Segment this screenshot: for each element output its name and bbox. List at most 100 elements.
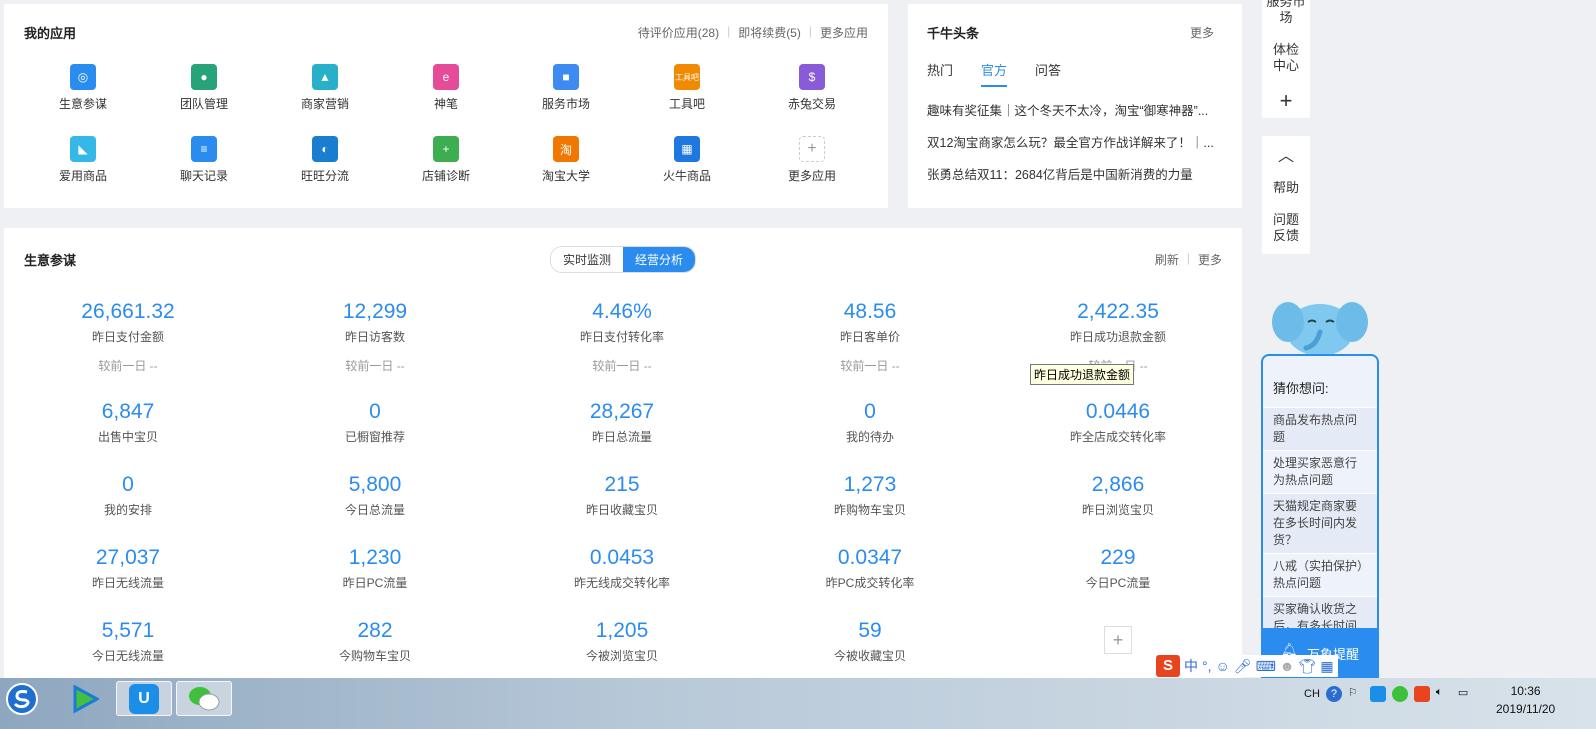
metric-cell[interactable]: 1,205 今被浏览宝贝 <box>512 619 732 664</box>
app-label: 团队管理 <box>179 97 228 111</box>
network-icon[interactable]: ⚐ <box>1348 686 1364 702</box>
skin-icon[interactable]: 👕︎ <box>1299 658 1317 675</box>
tab-official[interactable]: 官方 <box>981 60 1008 87</box>
app-item[interactable]: ▦ 火牛商品 <box>637 136 737 184</box>
app-item[interactable]: 工具吧 工具吧 <box>637 64 737 112</box>
metric-cell[interactable]: 27,037 昨日无线流量 <box>18 546 238 591</box>
metric-cell[interactable]: 5,800 今日总流量 <box>265 473 485 518</box>
taskbar-wechat[interactable] <box>176 681 232 716</box>
side-link-help[interactable]: 帮助 <box>1262 180 1310 196</box>
metric-value: 0.0453 <box>589 546 655 569</box>
help-icon[interactable]: ? <box>1325 686 1342 702</box>
metric-cell[interactable]: 26,661.32 昨日支付金额 较前一日 -- <box>18 300 238 374</box>
grid-icon: ▦ <box>674 136 700 162</box>
user-icon[interactable]: ☻ <box>1280 658 1295 674</box>
metric-cell[interactable]: 59 今被收藏宝贝 <box>760 619 980 664</box>
metric-cell[interactable]: 28,267 昨日总流量 <box>512 400 732 445</box>
more-apps-link[interactable]: 更多应用 <box>820 24 868 41</box>
qianniu-tray-icon[interactable] <box>1369 686 1386 702</box>
metric-cell[interactable]: 2,422.35昨日成功退款金额较前一日 -- <box>1008 300 1228 374</box>
app-item[interactable]: + 店铺诊断 <box>396 136 496 184</box>
wechat-tray-icon[interactable] <box>1391 686 1408 702</box>
metric-cell[interactable]: 0.0446 昨全店成交转化率 <box>1008 400 1228 445</box>
metric-cell[interactable]: 1,273 昨购物车宝贝 <box>760 473 980 518</box>
metric-cell[interactable]: 0 我的安排 <box>18 473 238 518</box>
metric-cell[interactable]: 1,230 昨日PC流量 <box>265 546 485 591</box>
business-analysis-button[interactable]: 经营分析 <box>623 247 696 272</box>
metric-cell[interactable]: 12,299 昨日访客数 较前一日 -- <box>265 300 485 374</box>
side-link-feedback[interactable]: 问题反馈 <box>1272 212 1300 244</box>
add-metric-button[interactable]: + <box>1104 626 1132 654</box>
elephant-mascot-icon[interactable] <box>1272 292 1368 358</box>
metric-cell[interactable]: 48.56 昨日客单价 较前一日 -- <box>760 300 980 374</box>
app-item[interactable]: ◐ 旺旺分流 <box>275 136 375 184</box>
assistant-question-list: 商品发布热点问题 处理买家恶意行为热点问题 天猫规定商家要在多长时间内发货？ 八… <box>1263 407 1377 656</box>
metric-label: 昨日PC流量 <box>342 576 408 590</box>
metric-cell[interactable]: 215 昨日收藏宝贝 <box>512 473 732 518</box>
metric-cell[interactable]: 229 今日PC流量 <box>1008 546 1228 591</box>
news-item[interactable]: 双12淘宝商家怎么玩？最全官方作战详解来了！｜... <box>927 132 1223 164</box>
start-button[interactable] <box>0 681 44 716</box>
tab-hot[interactable]: 热门 <box>927 60 953 87</box>
keyboard-icon[interactable]: ⌨ <box>1256 658 1276 675</box>
app-item[interactable]: $ 赤兔交易 <box>762 64 862 112</box>
metric-value: 1,230 <box>348 546 402 569</box>
clock-time: 10:36 <box>1510 684 1541 698</box>
assistant-question[interactable]: 八戒（实拍保护）热点问题 <box>1263 553 1377 596</box>
emoji-icon[interactable]: ☺ <box>1216 658 1230 674</box>
action-center-icon[interactable]: ▭ <box>1458 686 1474 702</box>
ime-punctuation-toggle[interactable]: °, <box>1202 658 1212 674</box>
metric-cell[interactable]: 2,866 昨日浏览宝贝 <box>1008 473 1228 518</box>
side-add-icon[interactable]: + <box>1262 88 1310 114</box>
speaker-icon[interactable]: 🔈︎ <box>1436 686 1452 702</box>
renewal-soon-link[interactable]: 即将续费(5) <box>738 24 801 41</box>
assistant-question[interactable]: 处理买家恶意行为热点问题 <box>1263 450 1377 493</box>
sogou-logo-icon[interactable]: S <box>1156 655 1180 677</box>
assistant-question[interactable]: 商品发布热点问题 <box>1263 407 1377 450</box>
chevron-up-icon[interactable]: ︿ <box>1262 142 1310 166</box>
input-language-indicator[interactable]: CH <box>1304 688 1320 700</box>
app-item[interactable]: + 更多应用 <box>762 136 862 184</box>
toolbox-icon[interactable]: ▦ <box>1320 658 1333 675</box>
news-list: 趣味有奖征集｜这个冬天不太冷，淘宝“御寒神器”... 双12淘宝商家怎么玩？最全… <box>927 100 1223 196</box>
app-item[interactable]: ◎ 生意参谋 <box>33 64 133 112</box>
metric-cell[interactable]: 4.46% 昨日支付转化率 较前一日 -- <box>512 300 732 374</box>
taskbar-qianniu[interactable]: U <box>116 681 172 716</box>
app-item[interactable]: ■ 服务市场 <box>516 64 616 112</box>
taskbar-video-player[interactable] <box>56 681 112 716</box>
realtime-monitor-button[interactable]: 实时监测 <box>551 247 624 272</box>
app-item[interactable]: ▲ 商家营销 <box>275 64 375 112</box>
metric-cell[interactable]: 6,847 出售中宝贝 <box>18 400 238 445</box>
pending-review-apps-link[interactable]: 待评价应用(28) <box>638 24 719 41</box>
app-item[interactable]: 淘淘宝大学 <box>516 136 616 184</box>
refresh-link[interactable]: 刷新 <box>1155 251 1179 268</box>
metric-label: 今购物车宝贝 <box>338 649 411 663</box>
biz-more-link[interactable]: 更多 <box>1198 251 1222 268</box>
app-item[interactable]: e 神笔 <box>396 64 496 112</box>
metric-cell[interactable]: 282 今购物车宝贝 <box>265 619 485 664</box>
biz-actions: 刷新 | 更多 <box>1155 251 1222 268</box>
news-more-link[interactable]: 更多 <box>1190 24 1214 41</box>
microphone-icon[interactable]: 🎤︎ <box>1234 658 1252 675</box>
app-label: 工具吧 <box>668 97 705 111</box>
news-item[interactable]: 趣味有奖征集｜这个冬天不太冷，淘宝“御寒神器”... <box>927 100 1223 132</box>
news-item[interactable]: 张勇总结双11：2684亿背后是中国新消费的力量 <box>927 164 1223 196</box>
side-link-service-market[interactable]: 服务市场 <box>1262 0 1310 26</box>
metric-cell[interactable]: 0.0347 昨PC成交转化率 <box>760 546 980 591</box>
tab-qa[interactable]: 问答 <box>1035 60 1061 87</box>
clock[interactable]: 10:36 2019/11/20 <box>1496 682 1555 718</box>
app-item[interactable]: ● 团队管理 <box>154 64 254 112</box>
metric-cell[interactable]: 0 我的待办 <box>760 400 980 445</box>
metric-label: 我的待办 <box>845 430 894 444</box>
assistant-question[interactable]: 天猫规定商家要在多长时间内发货？ <box>1263 493 1377 553</box>
biz-view-toggle: 实时监测 经营分析 <box>550 246 697 273</box>
side-link-health-check[interactable]: 体检中心 <box>1272 42 1300 74</box>
metric-cell[interactable]: 0 已橱窗推荐 <box>265 400 485 445</box>
ime-language-toggle[interactable]: 中 <box>1184 656 1198 676</box>
app-item[interactable]: ≡ 聊天记录 <box>154 136 254 184</box>
metric-cell[interactable]: 5,571 今日无线流量 <box>18 619 238 664</box>
tools-icon: 工具吧 <box>674 64 700 90</box>
app-item[interactable]: ◣ 爱用商品 <box>33 136 133 184</box>
sogou-tray-icon[interactable] <box>1413 686 1430 702</box>
metric-cell[interactable]: 0.0453 昨无线成交转化率 <box>512 546 732 591</box>
